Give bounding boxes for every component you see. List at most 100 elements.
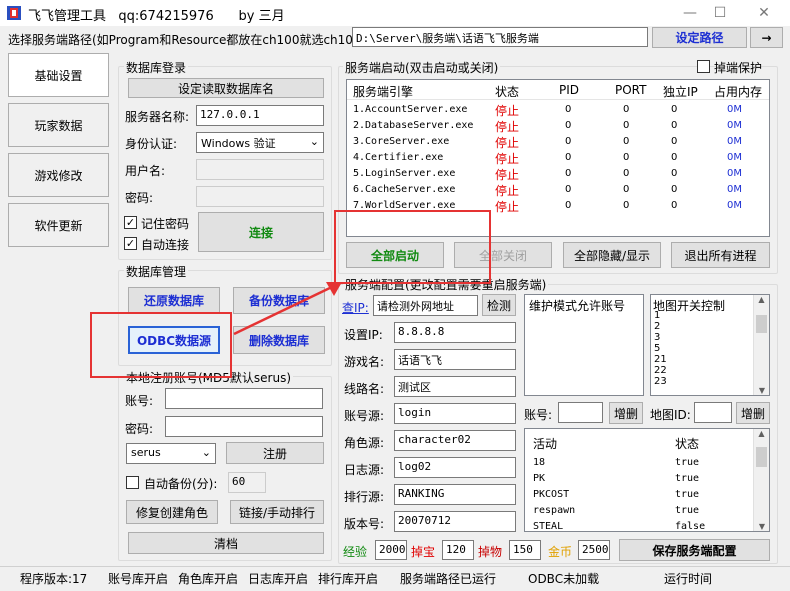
remember-password-checkbox[interactable]: ✓	[124, 216, 137, 229]
acct-input[interactable]	[558, 402, 603, 423]
item-drop-input[interactable]: 150	[509, 540, 541, 560]
auto-backup-minutes-input[interactable]: 60	[228, 472, 266, 493]
activity-status-cell[interactable]: true	[675, 473, 699, 484]
password-input[interactable]	[196, 186, 324, 207]
hash-select[interactable]: serus ⌄	[126, 443, 216, 464]
col-ip[interactable]: 独立IP	[663, 83, 698, 100]
map-list-item[interactable]: 2	[654, 321, 660, 332]
auth-select[interactable]: Windows 验证 ⌄	[196, 132, 324, 153]
col-memory[interactable]: 占用内存	[714, 83, 762, 100]
tab-player-data[interactable]: 玩家数据	[8, 103, 109, 147]
tab-software-update[interactable]: 软件更新	[8, 203, 109, 247]
activity-status-cell[interactable]: true	[675, 489, 699, 500]
activity-name-cell[interactable]: PK	[533, 473, 545, 484]
server-port-cell: 0	[623, 168, 630, 179]
gold-input[interactable]: 2500	[578, 540, 610, 560]
activity-name-cell[interactable]: STEAL	[533, 521, 563, 531]
tab-basic-settings[interactable]: 基础设置	[8, 53, 109, 97]
map-list-item[interactable]: 23	[654, 376, 667, 387]
register-account-input[interactable]	[165, 388, 323, 409]
server-row[interactable]: 2.DatabaseServer.exe 停止 0 0 0 0M	[347, 118, 769, 134]
save-config-button[interactable]: 保存服务端配置	[619, 539, 770, 561]
activity-name-cell[interactable]: respawn	[533, 505, 575, 516]
maximize-button[interactable]: ☐	[700, 2, 740, 24]
server-row[interactable]: 1.AccountServer.exe 停止 0 0 0 0M	[347, 102, 769, 118]
activity-scrollbar[interactable]: ▲ ▼	[753, 429, 769, 531]
title-bar: 飞飞管理工具 qq:674215976 by 三月 — ☐ ✕	[0, 0, 790, 26]
server-path-input[interactable]: D:\Server\服务端\话语飞飞服务端	[352, 27, 648, 47]
hide-show-all-button[interactable]: 全部隐藏/显示	[563, 242, 661, 268]
exp-input[interactable]: 2000	[375, 540, 407, 560]
register-password-input[interactable]	[165, 416, 323, 437]
server-memory-cell: 0M	[727, 200, 742, 211]
server-row[interactable]: 3.CoreServer.exe 停止 0 0 0 0M	[347, 134, 769, 150]
map-list-item[interactable]: 21	[654, 354, 667, 365]
scroll-down-icon[interactable]: ▼	[754, 522, 769, 531]
activity-header[interactable]: 活动	[533, 435, 557, 452]
auto-connect-checkbox[interactable]: ✓	[124, 237, 137, 250]
server-row[interactable]: 5.LoginServer.exe 停止 0 0 0 0M	[347, 166, 769, 182]
scroll-up-icon[interactable]: ▲	[754, 295, 769, 304]
acct-add-remove-button[interactable]: 增删	[609, 402, 643, 424]
server-pid-cell: 0	[565, 184, 572, 195]
col-status[interactable]: 状态	[495, 83, 519, 100]
maintenance-account-list[interactable]: 维护模式允许账号	[524, 294, 644, 396]
set-ip-input[interactable]: 8.8.8.8	[394, 322, 516, 343]
activity-name-cell[interactable]: PKCOST	[533, 489, 569, 500]
col-port[interactable]: PORT	[615, 83, 646, 97]
line-name-input[interactable]: 测试区	[394, 376, 516, 397]
repair-create-role-button[interactable]: 修复创建角色	[126, 500, 218, 524]
activity-list[interactable]: 活动 状态 18 true PK true PKCOST true respawn true S…	[524, 428, 770, 532]
log-source-input[interactable]: log02	[394, 457, 516, 478]
scroll-up-icon[interactable]: ▲	[754, 429, 769, 438]
set-read-db-button[interactable]: 设定读取数据库名	[128, 78, 324, 98]
set-path-button[interactable]: 设定路径	[652, 27, 747, 48]
rank-source-input[interactable]: RANKING	[394, 484, 516, 505]
map-list-item[interactable]: 22	[654, 365, 667, 376]
map-list-item[interactable]: 5	[654, 343, 660, 354]
connect-button[interactable]: 连接	[198, 212, 324, 252]
server-row[interactable]: 4.Certifier.exe 停止 0 0 0 0M	[347, 150, 769, 166]
game-name-input[interactable]: 话语飞飞	[394, 349, 516, 370]
restore-db-button[interactable]: 还原数据库	[128, 287, 220, 314]
server-name-input[interactable]: 127.0.0.1	[196, 105, 324, 126]
map-list-item[interactable]: 1	[654, 310, 660, 321]
activity-status-header[interactable]: 状态	[675, 435, 699, 452]
activity-name-cell[interactable]: 18	[533, 457, 545, 468]
tab-game-modify[interactable]: 游戏修改	[8, 153, 109, 197]
link-manual-rank-button[interactable]: 链接/手动排行	[230, 500, 324, 524]
reg-password-label: 密码:	[125, 422, 154, 436]
auto-backup-checkbox[interactable]	[126, 476, 139, 489]
map-id-input[interactable]	[694, 402, 732, 423]
username-input[interactable]	[196, 159, 324, 180]
scroll-down-icon[interactable]: ▼	[754, 386, 769, 395]
activity-status-cell[interactable]: true	[675, 457, 699, 468]
drop-protect-checkbox[interactable]	[697, 60, 710, 73]
role-source-input[interactable]: character02	[394, 430, 516, 451]
close-button[interactable]: ✕	[744, 2, 784, 24]
detect-button[interactable]: 检测	[482, 294, 516, 316]
status-account-db: 账号库开启	[108, 572, 169, 586]
version-input[interactable]: 20070712	[394, 511, 516, 532]
server-pid-cell: 0	[565, 136, 572, 147]
map-list-item[interactable]: 3	[654, 332, 660, 343]
server-pid-cell: 0	[565, 168, 572, 179]
map-add-remove-button[interactable]: 增删	[736, 402, 770, 424]
server-status-cell: 停止	[495, 136, 520, 150]
col-pid[interactable]: PID	[559, 83, 579, 97]
query-ip-input[interactable]: 请检测外网地址	[373, 295, 478, 316]
arrow-button[interactable]: →	[750, 27, 783, 48]
account-source-input[interactable]: login	[394, 403, 516, 424]
clear-data-button[interactable]: 清档	[128, 532, 324, 554]
activity-status-cell[interactable]: false	[675, 521, 705, 531]
register-button[interactable]: 注册	[226, 442, 324, 464]
col-engine[interactable]: 服务端引擎	[353, 83, 413, 100]
activity-status-cell[interactable]: true	[675, 505, 699, 516]
drop-rate-input[interactable]: 120	[442, 540, 474, 560]
map-switch-list[interactable]: 地图开关控制 1 2 3 5 21 22 23 ▲ ▼	[650, 294, 770, 396]
version-label: 版本号:	[344, 517, 385, 531]
server-row[interactable]: 6.CacheServer.exe 停止 0 0 0 0M	[347, 182, 769, 198]
exit-all-processes-button[interactable]: 退出所有进程	[671, 242, 770, 268]
map-list-scrollbar[interactable]: ▲ ▼	[753, 295, 769, 395]
status-log-db: 日志库开启	[248, 572, 309, 586]
